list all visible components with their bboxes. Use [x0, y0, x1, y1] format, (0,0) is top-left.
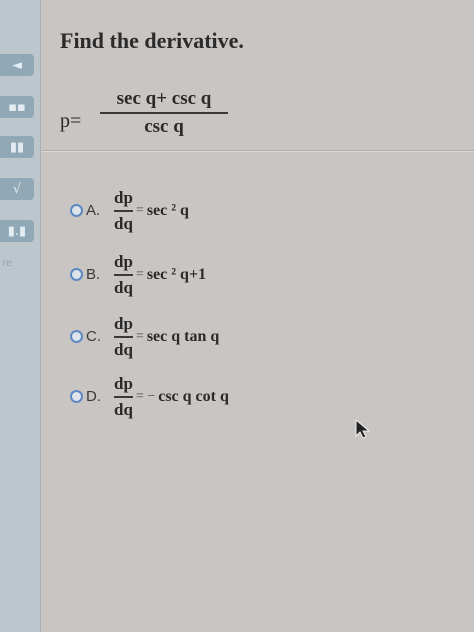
sqrt-tool-button[interactable]: √: [0, 178, 34, 200]
arrow-cursor-icon: [355, 418, 371, 439]
equals-sign: =: [135, 266, 144, 282]
choice-letter: A.: [86, 202, 101, 220]
choice-expression: csc q cot q: [158, 387, 229, 405]
dq-label: dq: [114, 277, 133, 297]
radio-c[interactable]: [70, 330, 83, 344]
equals-sign: =: [135, 328, 144, 344]
dq-label: dq: [114, 213, 133, 233]
choice-expression: sec q tan q: [146, 327, 220, 345]
dp-label: dp: [114, 188, 133, 207]
choice-letter: D.: [86, 388, 101, 406]
choice-expression: sec ² q+1: [146, 265, 207, 283]
dp-label: dp: [114, 314, 133, 333]
fraction-tool-button[interactable]: ▪▪: [0, 96, 34, 118]
dp-label: dp: [114, 252, 133, 271]
derivative-fraction: dp dq: [114, 314, 133, 360]
dp-label: dp: [114, 374, 133, 393]
problem-fraction: sec q+ csc q csc q: [100, 88, 228, 138]
question-panel: Find the derivative. p= sec q+ csc q csc…: [42, 0, 474, 632]
matrix-tool-button[interactable]: ▮▮: [0, 136, 34, 158]
equals-sign: =: [135, 202, 144, 218]
tool-sidebar: ◄ ▪▪ ▮▮ √ ▮.▮ re: [0, 0, 41, 632]
fraction-bar: [114, 210, 133, 212]
choice-letter: C.: [86, 328, 101, 346]
decimal-tool-button[interactable]: ▮.▮: [0, 220, 34, 242]
dq-label: dq: [114, 399, 133, 419]
sidebar-partial-label: re: [2, 258, 13, 269]
choice-d[interactable]: D. dp dq = − csc q cot q: [70, 374, 229, 420]
collapse-button[interactable]: ◄: [0, 54, 34, 76]
derivative-fraction: dp dq: [114, 188, 133, 234]
problem-numerator: sec q+ csc q: [116, 88, 212, 109]
choice-expression: sec ² q: [146, 201, 189, 219]
radio-d[interactable]: [70, 390, 83, 404]
derivative-fraction: dp dq: [114, 252, 133, 298]
radio-a[interactable]: [70, 204, 83, 218]
choice-a[interactable]: A. dp dq = sec ² q: [70, 188, 189, 234]
radio-b[interactable]: [70, 268, 83, 282]
problem-denominator: csc q: [144, 116, 184, 137]
derivative-fraction: dp dq: [114, 374, 133, 420]
fraction-bar: [100, 112, 228, 114]
choice-c[interactable]: C. dp dq = sec q tan q: [70, 314, 219, 360]
fraction-bar: [114, 274, 133, 276]
dq-label: dq: [114, 339, 133, 359]
fraction-bar: [114, 336, 133, 338]
choice-b[interactable]: B. dp dq = sec ² q+1: [70, 252, 206, 298]
choice-letter: B.: [86, 266, 101, 284]
fraction-bar: [114, 396, 133, 398]
question-divider: [42, 150, 474, 151]
problem-lhs: p=: [60, 110, 82, 132]
equals-sign: = −: [135, 388, 156, 404]
question-title: Find the derivative.: [60, 28, 244, 53]
